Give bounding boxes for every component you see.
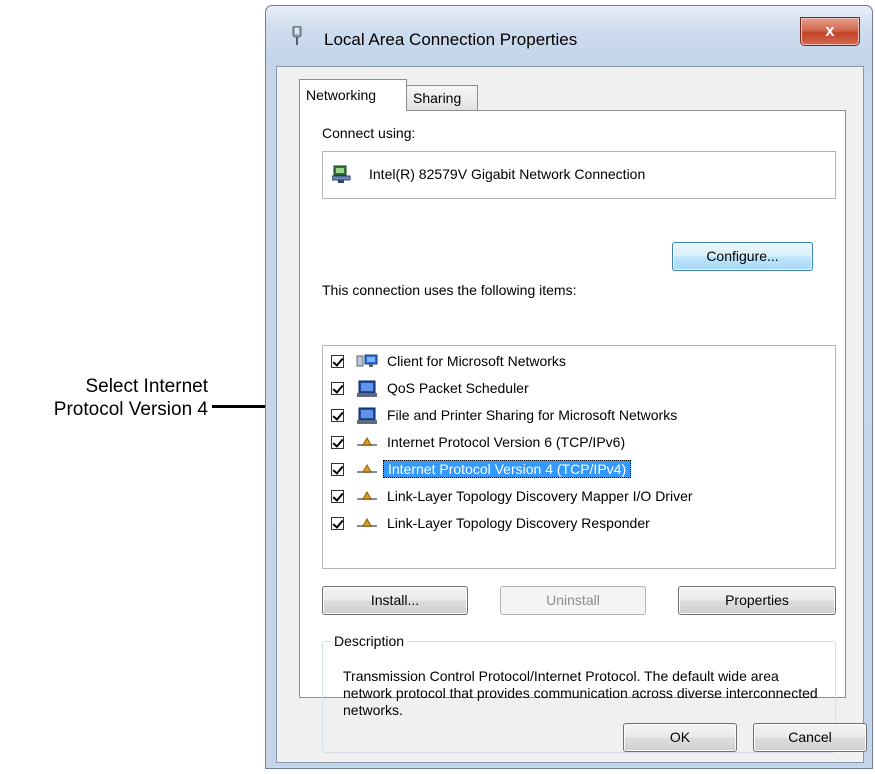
items-list[interactable]: Client for Microsoft Networks QoS Packet… xyxy=(322,345,836,569)
network-plug-icon xyxy=(292,26,302,45)
adapter-name: Intel(R) 82579V Gigabit Network Connecti… xyxy=(369,166,646,182)
item-label: Client for Microsoft Networks xyxy=(387,353,566,369)
list-item-client-ms-networks[interactable]: Client for Microsoft Networks xyxy=(331,352,821,374)
items-label: This connection uses the following items… xyxy=(322,282,577,298)
ok-button[interactable]: OK xyxy=(623,723,737,752)
properties-dialog: Local Area Connection Properties x Netwo… xyxy=(265,5,873,769)
description-title: Description xyxy=(331,633,408,649)
computer-service-icon xyxy=(357,380,377,397)
list-item-ipv6[interactable]: Internet Protocol Version 6 (TCP/IPv6) xyxy=(331,433,821,455)
item-label: Internet Protocol Version 6 (TCP/IPv6) xyxy=(387,434,626,450)
adapter-field: Intel(R) 82579V Gigabit Network Connecti… xyxy=(322,151,836,199)
title-bar[interactable]: Local Area Connection Properties x xyxy=(266,6,872,66)
item-checkbox[interactable] xyxy=(331,409,344,422)
item-checkbox[interactable] xyxy=(331,382,344,395)
properties-button[interactable]: Properties xyxy=(678,586,836,615)
item-checkbox[interactable] xyxy=(331,436,344,449)
window-title: Local Area Connection Properties xyxy=(324,30,578,49)
computer-service-icon xyxy=(357,407,377,424)
item-label: Internet Protocol Version 4 (TCP/IPv4) xyxy=(383,460,632,478)
list-item-lltd-responder[interactable]: Link-Layer Topology Discovery Responder xyxy=(331,514,821,536)
network-adapter-icon xyxy=(332,165,351,183)
item-label: Link-Layer Topology Discovery Responder xyxy=(387,515,650,531)
protocol-icon xyxy=(357,436,377,446)
item-label: File and Printer Sharing for Microsoft N… xyxy=(387,407,678,423)
dialog-body: Networking Sharing Connect using: Intel(… xyxy=(276,66,867,763)
configure-button[interactable]: Configure... xyxy=(672,242,813,271)
protocol-icon xyxy=(357,517,377,527)
callout-line-1: Select Internet xyxy=(85,376,208,397)
list-item-qos[interactable]: QoS Packet Scheduler xyxy=(331,379,821,401)
list-item-ipv4[interactable]: Internet Protocol Version 4 (TCP/IPv4) xyxy=(331,460,821,482)
description-text: Transmission Control Protocol/Internet P… xyxy=(343,668,818,718)
connect-using-label: Connect using: xyxy=(322,125,416,141)
item-checkbox[interactable] xyxy=(331,517,344,530)
network-client-icon xyxy=(356,354,378,367)
item-checkbox[interactable] xyxy=(331,463,344,476)
close-button[interactable]: x xyxy=(800,17,860,46)
install-button[interactable]: Install... xyxy=(322,586,468,615)
networking-panel: Connect using: Intel(R) 82579V Gigabit N… xyxy=(299,110,846,753)
protocol-icon xyxy=(357,463,377,473)
item-checkbox[interactable] xyxy=(331,355,344,368)
tab-networking[interactable]: Networking xyxy=(299,79,407,111)
list-item-lltd-mapper[interactable]: Link-Layer Topology Discovery Mapper I/O… xyxy=(331,487,821,509)
item-checkbox[interactable] xyxy=(331,490,344,503)
item-label: QoS Packet Scheduler xyxy=(387,380,529,396)
tab-sharing[interactable]: Sharing xyxy=(406,85,478,111)
callout-annotation: Select Internet Protocol Version 4 xyxy=(0,375,208,421)
list-item-file-printer-sharing[interactable]: File and Printer Sharing for Microsoft N… xyxy=(331,406,821,428)
item-label: Link-Layer Topology Discovery Mapper I/O… xyxy=(387,488,693,504)
uninstall-button[interactable]: Uninstall xyxy=(500,586,646,615)
protocol-icon xyxy=(357,490,377,500)
cancel-button[interactable]: Cancel xyxy=(753,723,867,752)
callout-line-2: Protocol Version 4 xyxy=(53,399,208,420)
